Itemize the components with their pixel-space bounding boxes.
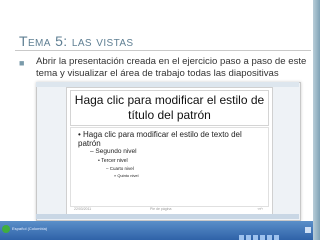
tray-icon [246,235,251,240]
body-level-3-text: Tercer nivel [101,158,128,164]
footer-date: 22/03/2011 [74,207,92,211]
title-divider [15,50,311,51]
footer-slide-number: ‹nº› [257,207,263,211]
right-accent-band [313,0,320,240]
start-button-icon [2,225,10,233]
body-level-5-text: Quinto nivel [117,173,139,178]
clock-icon [305,227,311,233]
footer-center: Pie de página [150,207,172,211]
slide-bullet-text: Abrir la presentación creada en el ejerc… [36,56,307,79]
body-level-1: • Haga clic para modificar el estilo de … [78,130,242,148]
windows-taskbar: Español (Colombia) [0,221,313,240]
body-placeholder: • Haga clic para modificar el estilo de … [70,127,269,207]
tray-icons [237,227,307,240]
body-level-4: – Cuarto nivel [106,166,134,171]
body-level-2: – Segundo nivel [90,148,137,155]
bullet-marker-icon: ■ [19,58,25,68]
placeholder-title-text: Haga clic para modificar el estilo de tí… [74,93,265,122]
tray-icon [260,235,265,240]
slide-footer: 22/03/2011 Pie de página ‹nº› [70,207,267,213]
body-level-2-text: Segundo nivel [95,148,137,155]
taskbar-language-label: Español (Colombia) [12,226,48,231]
slide-title: Tema 5: las vistas [19,33,134,49]
tray-icon [253,235,258,240]
tray-icon [274,235,279,240]
body-level-5: » Quinto nivel [114,173,139,178]
master-slide-preview: Haga clic para modificar el estilo de tí… [66,87,273,216]
screenshot-status-bar [36,214,299,219]
tray-icon [239,235,244,240]
body-level-3: • Tercer nivel [98,158,128,164]
body-level-1-text: Haga clic para modificar el estilo de te… [78,130,242,148]
body-level-4-text: Cuarto nivel [109,166,134,171]
title-placeholder: Haga clic para modificar el estilo de tí… [70,90,269,126]
tray-icon [267,235,272,240]
